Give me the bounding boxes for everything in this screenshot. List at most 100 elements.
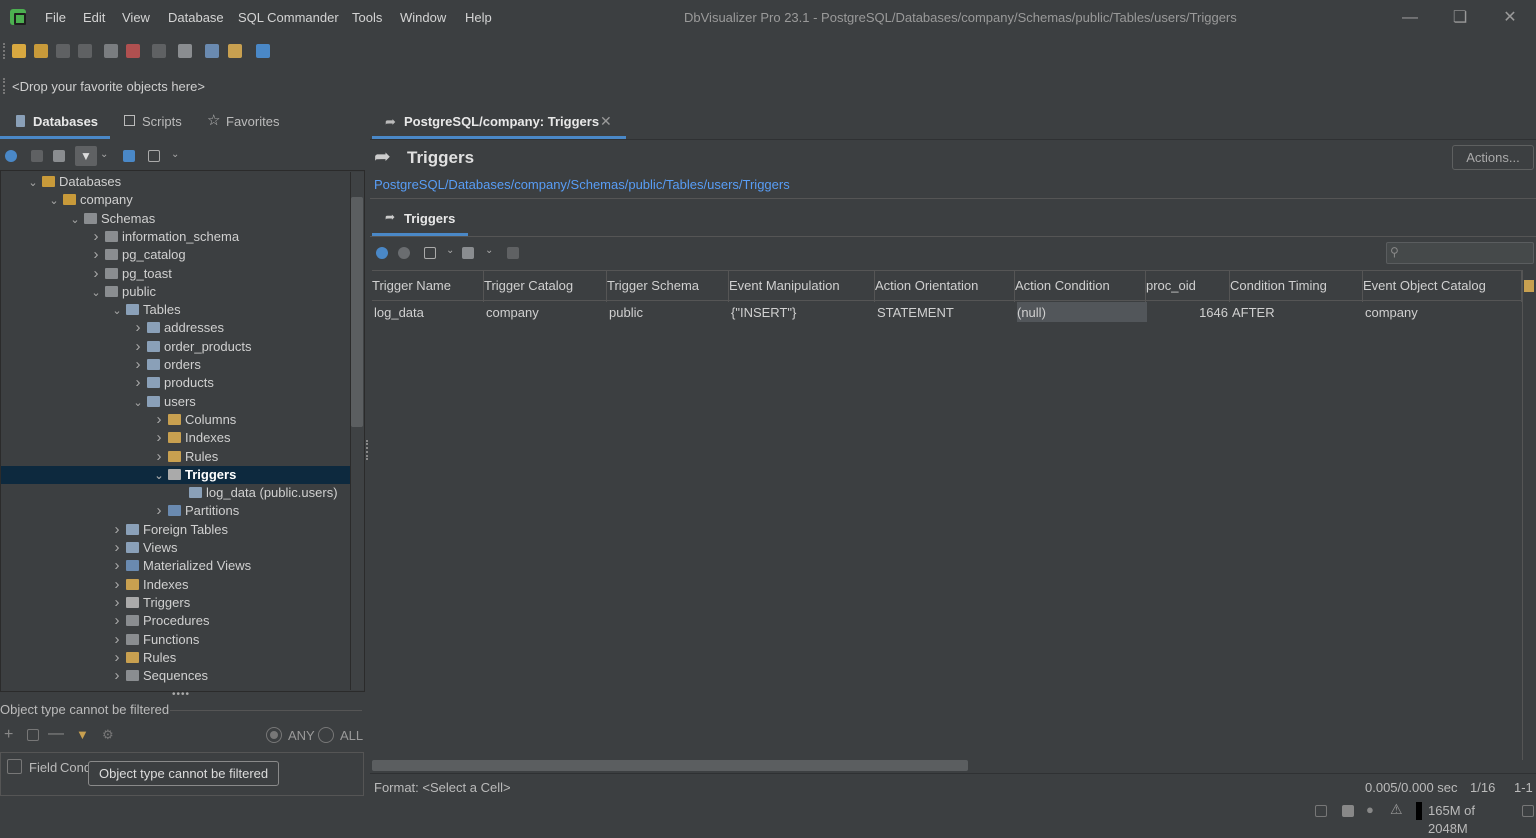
filter-settings-icon[interactable]: ⚙ — [102, 727, 114, 743]
grid-cell[interactable]: (null) — [1017, 303, 1144, 323]
menu-sql-commander[interactable]: SQL Commander — [238, 10, 339, 25]
chevron-right-icon[interactable]: › — [110, 612, 124, 630]
column-header[interactable]: Trigger Catalog — [484, 271, 607, 302]
filter-dropdown-icon[interactable]: ⌄ — [100, 149, 108, 160]
open-folder-icon[interactable] — [12, 44, 26, 58]
grid-cell[interactable]: company — [486, 303, 605, 323]
tree-node[interactable]: › Rules — [1, 649, 177, 667]
db-status-icon[interactable] — [1342, 805, 1354, 817]
memory-indicator[interactable]: 165M of 2048M — [1416, 802, 1512, 836]
tree-node[interactable]: ⌄ Tables — [1, 301, 180, 320]
export-icon[interactable] — [424, 247, 436, 259]
grid-column-picker[interactable] — [1522, 270, 1536, 760]
add-filter-icon[interactable]: + — [4, 726, 13, 744]
export-dropdown-icon[interactable]: ⌄ — [446, 245, 454, 256]
favorites-grip[interactable] — [3, 78, 6, 94]
chevron-right-icon[interactable]: › — [131, 338, 145, 356]
tree-node[interactable]: ⌄ company — [1, 191, 132, 210]
copy-filter-icon[interactable] — [27, 729, 39, 741]
refresh-icon[interactable] — [5, 150, 17, 162]
save-all-icon[interactable] — [78, 44, 92, 58]
grid-cell[interactable]: log_data — [374, 303, 482, 323]
chevron-right-icon[interactable]: › — [110, 667, 124, 685]
tree-node[interactable]: › information_schema — [1, 228, 240, 246]
tree-node[interactable]: › addresses — [1, 319, 224, 337]
remove-filter-icon[interactable]: — — [48, 725, 64, 743]
chevron-right-icon[interactable]: › — [152, 411, 166, 429]
chevron-right-icon[interactable]: › — [89, 265, 103, 283]
chevron-right-icon[interactable]: › — [110, 649, 124, 667]
open-file-icon[interactable] — [34, 44, 48, 58]
chevron-right-icon[interactable]: › — [131, 374, 145, 392]
chevron-down-icon[interactable]: ⌄ — [47, 192, 61, 210]
tree-node[interactable]: › Functions — [1, 631, 200, 649]
tree-node[interactable]: › Views — [1, 539, 178, 557]
restore-icon[interactable]: ❏ — [1446, 6, 1474, 30]
toolbar-grip[interactable] — [3, 43, 6, 59]
chevron-down-icon[interactable]: ⌄ — [26, 174, 40, 192]
tree-node[interactable]: › Procedures — [1, 612, 210, 630]
chevron-right-icon[interactable]: › — [110, 576, 124, 594]
table-icon[interactable] — [205, 44, 219, 58]
view-mode-icon[interactable] — [148, 150, 160, 162]
close-window-icon[interactable]: ✕ — [1496, 6, 1524, 30]
tools-icon[interactable] — [178, 44, 192, 58]
chevron-right-icon[interactable]: › — [110, 631, 124, 649]
tree-node[interactable]: › Sequences — [1, 667, 209, 685]
grid-cell[interactable]: public — [609, 303, 727, 323]
tree-node[interactable]: › Rules — [1, 448, 219, 466]
database-tree[interactable]: ⌄ Databases ⌄ company ⌄ Schemas › information_s… — [1, 172, 351, 690]
menu-help[interactable]: Help — [465, 10, 492, 25]
column-picker-icon[interactable] — [1524, 280, 1534, 292]
chevron-right-icon[interactable]: › — [110, 594, 124, 612]
menu-edit[interactable]: Edit — [83, 10, 105, 25]
tree-node[interactable]: › Materialized Views — [1, 557, 252, 575]
tree-node[interactable]: › Partitions — [1, 502, 240, 520]
subtab-triggers[interactable]: Triggers — [404, 211, 455, 226]
menu-database[interactable]: Database — [168, 10, 224, 25]
chevron-right-icon[interactable]: › — [110, 521, 124, 539]
filter-row-checkbox[interactable] — [7, 759, 22, 774]
collapse-all-icon[interactable] — [123, 150, 135, 162]
chevron-right-icon[interactable]: › — [152, 502, 166, 520]
actions-button[interactable]: Actions... — [1452, 145, 1534, 170]
all-radio[interactable] — [318, 727, 334, 743]
tree-node[interactable]: › Columns — [1, 411, 237, 429]
delete-icon[interactable] — [507, 247, 519, 259]
layout-icon[interactable] — [1315, 805, 1327, 817]
chevron-right-icon[interactable]: › — [89, 228, 103, 246]
column-header[interactable]: Trigger Name — [372, 271, 484, 302]
chevron-right-icon[interactable]: › — [110, 539, 124, 557]
menu-window[interactable]: Window — [400, 10, 446, 25]
chevron-right-icon[interactable]: › — [131, 319, 145, 337]
tab-databases[interactable]: Databases — [33, 114, 98, 138]
chevron-down-icon[interactable]: ⌄ — [89, 284, 103, 302]
tab-triggers-editor[interactable]: PostgreSQL/company: Triggers — [404, 114, 599, 129]
refresh-connection-icon[interactable] — [228, 44, 242, 58]
column-header[interactable]: proc_oid — [1146, 271, 1230, 302]
grid-cell[interactable]: {"INSERT"} — [731, 303, 873, 323]
favorites-drop-zone[interactable]: <Drop your favorite objects here> — [12, 79, 205, 101]
grid-cell[interactable]: 1646 — [1146, 303, 1228, 323]
tree-node[interactable]: ⌄ users — [1, 393, 195, 411]
column-header[interactable]: Event Object Catalog — [1363, 271, 1522, 302]
tree-node[interactable]: › order_products — [1, 338, 252, 356]
tree-node[interactable]: ⌄ Databases — [1, 173, 121, 191]
panel-splitter[interactable] — [366, 440, 369, 460]
chevron-down-icon[interactable]: ⌄ — [110, 302, 124, 320]
tree-node[interactable]: log_data (public.users) — [1, 484, 338, 502]
menu-tools[interactable]: Tools — [352, 10, 382, 25]
execute-icon[interactable] — [256, 44, 270, 58]
tree-node[interactable]: › Indexes — [1, 429, 231, 447]
tree-node[interactable]: › Indexes — [1, 576, 189, 594]
tree-node[interactable]: › orders — [1, 356, 201, 374]
tree-node[interactable]: › products — [1, 374, 214, 392]
tree-node[interactable]: › Foreign Tables — [1, 521, 229, 539]
save-icon[interactable] — [56, 44, 70, 58]
chevron-right-icon[interactable]: › — [152, 448, 166, 466]
column-header[interactable]: Condition Timing — [1230, 271, 1363, 302]
grid-refresh-icon[interactable] — [376, 247, 388, 259]
chevron-right-icon[interactable]: › — [152, 429, 166, 447]
panel-resize-handle[interactable]: •••• — [172, 689, 190, 700]
tab-scripts[interactable]: Scripts — [142, 114, 182, 138]
